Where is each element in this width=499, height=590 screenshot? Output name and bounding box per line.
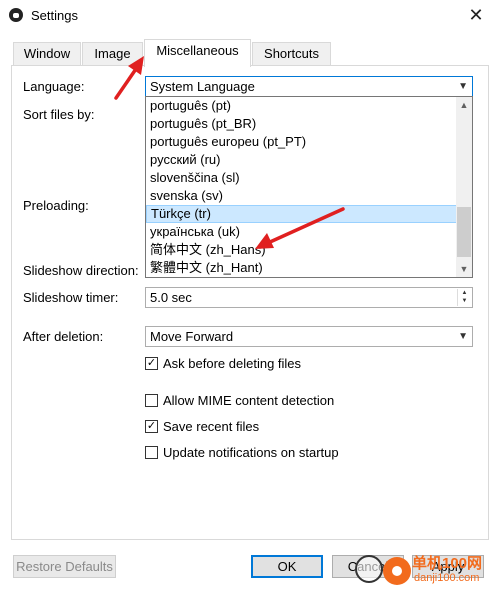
slideshow-timer-label: Slideshow timer: (23, 290, 119, 305)
language-option[interactable]: português (pt_BR) (146, 115, 457, 133)
title-bar: Settings ✕ (0, 0, 499, 31)
checkbox-unchecked-icon (145, 394, 158, 407)
slideshow-direction-label: Slideshow direction: (23, 263, 139, 278)
scrollbar-thumb[interactable] (457, 207, 471, 257)
language-option[interactable]: 繁體中文 (zh_Hant) (146, 259, 457, 277)
after-deletion-select[interactable]: Move Forward ▼ (145, 326, 473, 347)
language-option[interactable]: svenska (sv) (146, 187, 457, 205)
slideshow-timer-spinbox[interactable]: 5.0 sec ▲ ▼ (145, 287, 473, 308)
checkbox-checked-icon: ✓ (145, 420, 158, 433)
checkbox-unchecked-icon (145, 446, 158, 459)
scroll-down-icon[interactable]: ▼ (456, 261, 472, 277)
language-option[interactable]: slovenščina (sl) (146, 169, 457, 187)
tab-shortcuts[interactable]: Shortcuts (252, 42, 331, 66)
tab-window[interactable]: Window (13, 42, 81, 66)
update-notifications-label: Update notifications on startup (163, 445, 339, 460)
close-icon[interactable]: ✕ (453, 0, 499, 31)
language-select[interactable]: System Language ▼ (145, 76, 473, 97)
scroll-up-icon[interactable]: ▲ (456, 97, 472, 113)
annotation-arrow-icon (114, 56, 144, 100)
watermark-logo-icon (383, 557, 411, 585)
watermark-circle-icon (355, 555, 383, 583)
spin-buttons: ▲ ▼ (457, 289, 471, 306)
watermark-text: 单机100网 (412, 555, 483, 572)
ask-before-deleting-label: Ask before deleting files (163, 356, 302, 371)
spin-up-icon[interactable]: ▲ (458, 289, 471, 297)
preloading-label: Preloading: (23, 198, 89, 213)
spin-down-icon[interactable]: ▼ (458, 297, 471, 305)
annotation-arrow-icon (255, 207, 345, 249)
language-select-value: System Language (150, 79, 255, 94)
language-option[interactable]: português europeu (pt_PT) (146, 133, 457, 151)
sort-files-label: Sort files by: (23, 107, 95, 122)
after-deletion-label: After deletion: (23, 329, 104, 344)
window-title: Settings (31, 8, 78, 23)
restore-defaults-button[interactable]: Restore Defaults (13, 555, 116, 578)
save-recent-label: Save recent files (163, 419, 260, 434)
chevron-down-icon: ▼ (458, 81, 468, 92)
language-option[interactable]: русский (ru) (146, 151, 457, 169)
watermark-url: danji100.com (414, 572, 480, 584)
after-deletion-value: Move Forward (150, 329, 234, 344)
allow-mime-label: Allow MIME content detection (163, 393, 335, 408)
ok-button[interactable]: OK (251, 555, 323, 578)
app-logo-icon (9, 8, 23, 22)
dropdown-scrollbar[interactable]: ▲ ▼ (456, 97, 472, 277)
chevron-down-icon: ▼ (458, 331, 468, 342)
checkbox-checked-icon: ✓ (145, 357, 158, 370)
language-label: Language: (23, 79, 85, 94)
language-option[interactable]: português (pt) (146, 97, 457, 115)
slideshow-timer-value: 5.0 sec (150, 290, 192, 305)
tab-miscellaneous[interactable]: Miscellaneous (144, 39, 251, 67)
